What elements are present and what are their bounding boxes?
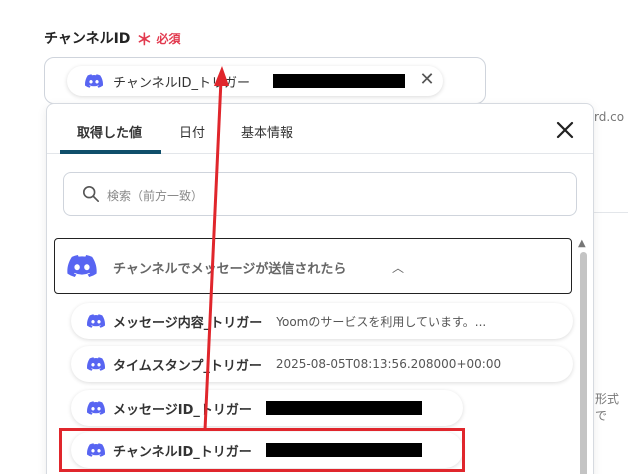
selected-value-chip[interactable]: チャンネルID_トリガー ✕ [67, 66, 443, 96]
channel-id-input[interactable]: チャンネルID_トリガー ✕ [44, 57, 486, 104]
redacted-value [265, 401, 422, 415]
search-input[interactable]: 検索（前方一致） [63, 172, 577, 216]
annotation-highlight-box [59, 428, 465, 472]
list-item[interactable]: タイムスタンプ_トリガー 2025-08-05T08:13:56.208000+… [71, 346, 573, 382]
search-icon [82, 185, 100, 203]
close-icon[interactable]: ✕ [417, 70, 437, 90]
list-item[interactable]: メッセージ内容_トリガー Yoomのサービスを利用しています。... [71, 303, 573, 339]
item-name: タイムスタンプ_トリガー [113, 358, 262, 374]
redacted-value [273, 74, 405, 88]
background-text: rd.co [594, 110, 625, 124]
background-divider [594, 212, 628, 213]
item-name: メッセージ内容_トリガー [113, 315, 263, 331]
discord-icon [85, 74, 103, 88]
scrollbar-thumb[interactable] [580, 252, 587, 474]
required-mark: ＊ [136, 30, 153, 49]
search-placeholder: 検索（前方一致） [107, 189, 204, 203]
tab-acquired-values[interactable]: 取得した値 [77, 122, 142, 141]
chip-label: チャンネルID_トリガー [113, 75, 250, 91]
discord-icon [87, 314, 105, 328]
tab-basic-info[interactable]: 基本情報 [241, 122, 293, 141]
item-value: 2025-08-05T08:13:56.208000+00:00 [275, 357, 502, 371]
scroll-up-icon[interactable]: ▲ [578, 238, 586, 249]
list-item[interactable]: メッセージID_トリガー [71, 390, 463, 426]
discord-icon [87, 401, 105, 415]
section-title: チャンネルでメッセージが送信されたら [113, 262, 347, 277]
background-text: 形式で [595, 392, 620, 423]
item-value: Yoomのサービスを利用しています。... [276, 314, 487, 329]
close-icon[interactable] [553, 118, 577, 142]
field-label: チャンネルID ＊ 必須 [44, 26, 180, 50]
trigger-section-header[interactable]: チャンネルでメッセージが送信されたら ︿ [54, 238, 572, 294]
tab-date[interactable]: 日付 [179, 122, 205, 141]
discord-icon [87, 357, 105, 371]
tab-bar: 取得した値 日付 基本情報 [47, 104, 593, 154]
field-label-text: チャンネルID [44, 31, 131, 47]
active-tab-indicator [60, 150, 161, 154]
item-name: メッセージID_トリガー [113, 402, 252, 418]
required-text: 必須 [156, 31, 181, 46]
chevron-up-icon[interactable]: ︿ [392, 259, 404, 276]
discord-icon [67, 255, 97, 277]
